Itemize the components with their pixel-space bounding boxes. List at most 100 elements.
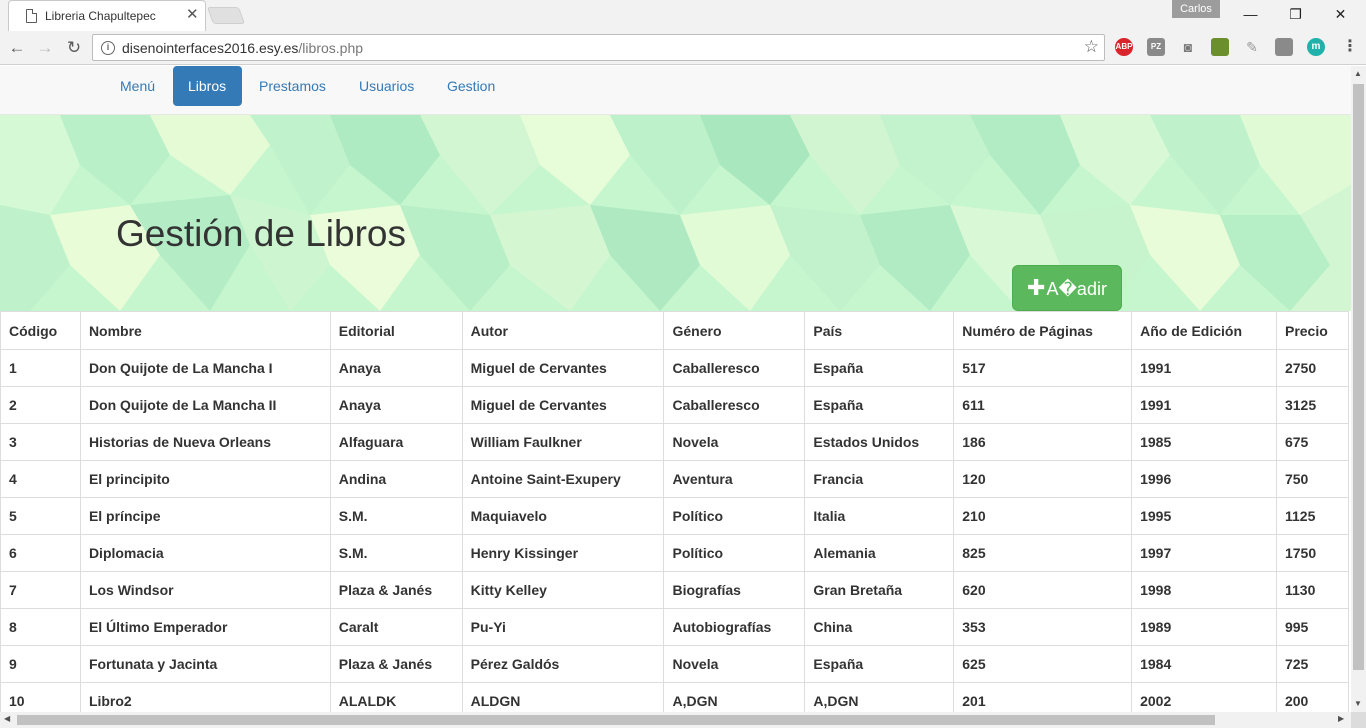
cell-pais: Alemania [804,534,955,572]
add-book-button[interactable]: ✚A�adir [1012,265,1122,311]
browser-menu-icon[interactable]: ⋮ [1341,38,1359,56]
cell-paginas: 201 [953,682,1133,712]
bookmark-star-icon[interactable]: ☆ [1084,37,1099,57]
hero-banner: Gestión de Libros ✚A�adir [0,115,1351,311]
table-row: 6 Diplomacia S.M. Henry Kissinger Político Al… [0,534,1350,572]
browser-tab[interactable]: Libreria Chapultepec ✕ [8,0,206,31]
browser-titlebar: Libreria Chapultepec ✕ Carlos — ❐ ✕ [0,0,1366,32]
cell-paginas: 210 [953,497,1133,535]
url-text[interactable]: disenointerfaces2016.esy.es/libros.php [122,40,363,56]
cell-anio: 2002 [1131,682,1277,712]
scroll-up-icon[interactable]: ▲ [1354,69,1362,78]
horizontal-scrollbar[interactable]: ◀ ▶ [0,712,1351,728]
table-row: 9 Fortunata y Jacinta Plaza & Janés Pérez G… [0,645,1350,683]
camera-icon[interactable]: ◙ [1179,38,1197,56]
cell-autor: Pérez Galdós [461,645,665,683]
cell-precio: 3125 [1275,386,1350,424]
cell-precio: 1750 [1275,534,1350,572]
site-navbar: Menú Libros Prestamos Usuarios Gestion [0,66,1351,115]
evernote-icon[interactable] [1275,38,1293,56]
cell-genero: Novela [663,645,806,683]
table-row: 3 Historias de Nueva Orleans Alfaguara Will… [0,423,1350,461]
cell-autor: Miguel de Cervantes [461,386,665,424]
cell-autor: Pu-Yi [461,608,665,646]
info-icon[interactable]: i [101,41,115,55]
back-icon[interactable]: ← [4,35,30,61]
col-header-paginas: Numéro de Páginas [953,311,1133,350]
nav-usuarios[interactable]: Usuarios [344,66,429,106]
close-tab-icon[interactable]: ✕ [186,6,199,23]
table-header-row: Código Nombre Editorial Autor Género Paí… [0,311,1350,350]
cell-pais: China [804,608,955,646]
url-path: /libros.php [298,40,364,56]
horizontal-scroll-thumb[interactable] [17,715,1215,725]
cell-anio: 1985 [1131,423,1277,461]
scroll-down-icon[interactable]: ▼ [1354,699,1362,708]
restore-button[interactable]: ❐ [1273,0,1318,28]
table-row: 8 El Último Emperador Caralt Pu-Yi Autobiogr… [0,608,1350,646]
cell-precio: 750 [1275,460,1350,498]
abp-icon[interactable]: ABP [1115,38,1133,56]
cell-editorial: Andina [329,460,463,498]
pen-icon[interactable]: ✎ [1243,38,1261,56]
cell-nombre: Don Quijote de La Mancha II [79,386,331,424]
cell-nombre: Diplomacia [79,534,331,572]
cell-genero: Aventura [663,460,806,498]
cell-pais: España [804,645,955,683]
url-domain: disenointerfaces2016.esy.es [122,40,299,56]
scroll-left-icon[interactable]: ◀ [4,714,10,723]
cell-genero: Caballeresco [663,386,806,424]
new-tab-button[interactable] [206,7,246,24]
cell-editorial: ALALDK [329,682,463,712]
cell-anio: 1989 [1131,608,1277,646]
cell-autor: William Faulkner [461,423,665,461]
forward-icon[interactable]: → [32,35,58,61]
m-icon[interactable]: m [1307,38,1325,56]
cell-autor: Maquiavelo [461,497,665,535]
cell-genero: Político [663,497,806,535]
scroll-right-icon[interactable]: ▶ [1338,714,1344,723]
nav-gestion[interactable]: Gestion [432,66,510,106]
cell-editorial: Alfaguara [329,423,463,461]
reload-icon[interactable]: ↻ [61,35,87,61]
cell-editorial: Plaza & Janés [329,571,463,609]
col-header-autor: Autor [461,311,665,350]
page-title: Gestión de Libros [116,213,407,254]
cell-anio: 1984 [1131,645,1277,683]
page-icon [26,9,37,23]
nav-prestamos[interactable]: Prestamos [244,66,341,106]
cell-anio: 1995 [1131,497,1277,535]
pz-icon[interactable]: PZ [1147,38,1165,56]
cell-nombre: Los Windsor [79,571,331,609]
cell-nombre: El príncipe [79,497,331,535]
profile-button[interactable]: Carlos [1172,0,1220,18]
cell-paginas: 186 [953,423,1133,461]
cell-precio: 2750 [1275,349,1350,387]
cell-pais: Italia [804,497,955,535]
plus-icon: ✚ [1027,275,1046,300]
col-header-genero: Género [663,311,806,350]
mailbox-icon[interactable] [1211,38,1229,56]
close-window-button[interactable]: ✕ [1318,0,1363,28]
cell-nombre: Don Quijote de La Mancha I [79,349,331,387]
vertical-scrollbar[interactable]: ▲ ▼ [1351,66,1366,712]
cell-autor: Kitty Kelley [461,571,665,609]
nav-menu[interactable]: Menú [105,66,170,106]
table-row: 2 Don Quijote de La Mancha II Anaya Miguel … [0,386,1350,424]
table-row: 7 Los Windsor Plaza & Janés Kitty Kelley Bio… [0,571,1350,609]
vertical-scroll-thumb[interactable] [1353,84,1364,670]
nav-libros[interactable]: Libros [173,66,242,106]
cell-autor: Antoine Saint-Exupery [461,460,665,498]
cell-genero: A,DGN [663,682,806,712]
page-viewport: Menú Libros Prestamos Usuarios Gestion G… [0,66,1351,712]
cell-anio: 1991 [1131,349,1277,387]
cell-paginas: 353 [953,608,1133,646]
scrollbar-corner [1351,712,1366,728]
cell-paginas: 825 [953,534,1133,572]
minimize-button[interactable]: — [1228,0,1273,28]
cell-paginas: 120 [953,460,1133,498]
cell-precio: 1125 [1275,497,1350,535]
address-bar[interactable]: i disenointerfaces2016.esy.es/libros.php… [92,34,1105,61]
col-header-anio: Año de Edición [1131,311,1277,350]
cell-codigo: 7 [0,571,81,609]
